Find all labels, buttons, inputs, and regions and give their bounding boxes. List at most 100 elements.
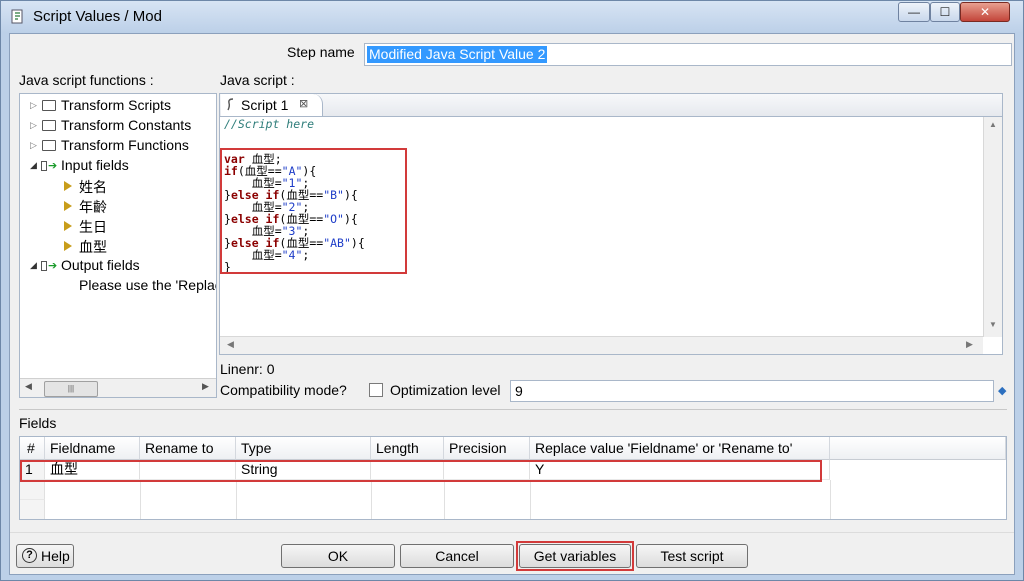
tree-item-transform-scripts[interactable]: ▷ Transform Scripts bbox=[20, 96, 216, 116]
scroll-left-icon[interactable]: ◀ bbox=[25, 381, 32, 392]
tree-item-label: Please use the 'Replace bbox=[79, 277, 216, 293]
editor-vertical-scrollbar[interactable]: ▲ ▼ bbox=[983, 117, 1002, 337]
tree-item-label: Input fields bbox=[61, 157, 129, 173]
tree-item-input-child[interactable]: 年齡 bbox=[20, 196, 216, 216]
field-arrow-icon bbox=[64, 221, 72, 231]
script-tab-bar: Script 1 ⊠ bbox=[220, 94, 1002, 117]
tree-item-label: Transform Scripts bbox=[61, 97, 171, 113]
column-header-type[interactable]: Type bbox=[236, 437, 371, 460]
tree-item-label: 姓名 bbox=[79, 179, 107, 195]
folder-icon bbox=[42, 100, 56, 111]
tree-item-input-child[interactable]: 姓名 bbox=[20, 176, 216, 196]
tab-close-icon[interactable]: ⊠ bbox=[299, 97, 308, 110]
dialog-window: Script Values / Mod — ☐ ✕ Step name Modi… bbox=[0, 0, 1024, 581]
functions-label: Java script functions : bbox=[19, 72, 154, 88]
scroll-thumb[interactable]: ||| bbox=[44, 381, 98, 397]
field-arrow-icon bbox=[64, 201, 72, 211]
column-header-rename[interactable]: Rename to bbox=[140, 437, 236, 460]
minimize-button[interactable]: — bbox=[898, 2, 930, 22]
dialog-body: Step name Modified Java Script Value 2 J… bbox=[9, 33, 1015, 575]
column-header-length[interactable]: Length bbox=[371, 437, 444, 460]
field-input-icon bbox=[41, 161, 47, 171]
separator bbox=[10, 532, 1014, 533]
tree-item-label: Transform Functions bbox=[61, 137, 189, 153]
green-arrow-icon: ➔ bbox=[48, 160, 58, 172]
separator bbox=[19, 409, 1007, 410]
maximize-button[interactable]: ☐ bbox=[930, 2, 960, 22]
help-icon: ? bbox=[22, 548, 37, 563]
row-highlight-box bbox=[20, 460, 822, 482]
compatibility-checkbox[interactable] bbox=[369, 383, 383, 397]
script-icon bbox=[227, 98, 234, 111]
column-header-empty bbox=[830, 437, 1006, 460]
cancel-button[interactable]: Cancel bbox=[400, 544, 514, 568]
empty-row-index bbox=[20, 500, 45, 519]
script-editor[interactable]: Script 1 ⊠ //Script here var 血型; if(血型=="… bbox=[219, 93, 1003, 355]
optimization-label: Optimization level bbox=[390, 382, 501, 398]
expand-arrow-icon[interactable]: ▷ bbox=[30, 100, 37, 111]
column-divider bbox=[530, 480, 531, 519]
scroll-left-icon[interactable]: ◀ bbox=[227, 339, 234, 350]
tree-horizontal-scrollbar[interactable]: ◀ ||| ▶ bbox=[20, 378, 216, 397]
column-divider bbox=[371, 480, 372, 519]
column-header-index[interactable]: # bbox=[20, 437, 45, 460]
scroll-up-icon[interactable]: ▲ bbox=[989, 120, 997, 129]
variable-spin-icon[interactable]: ◆ bbox=[998, 384, 1006, 397]
title-bar[interactable]: Script Values / Mod — ☐ ✕ bbox=[1, 1, 1023, 33]
help-button[interactable]: ? Help bbox=[16, 544, 74, 568]
functions-tree[interactable]: ▷ Transform Scripts ▷ Transform Constant… bbox=[19, 93, 217, 398]
tab-script-1[interactable]: Script 1 ⊠ bbox=[221, 94, 323, 116]
script-file-icon bbox=[11, 9, 23, 24]
scroll-right-icon[interactable]: ▶ bbox=[202, 381, 209, 392]
tree-item-input-fields[interactable]: ◢ ➔ Input fields bbox=[20, 156, 216, 176]
expand-arrow-icon[interactable]: ▷ bbox=[30, 120, 37, 131]
script-comment: //Script here bbox=[224, 117, 315, 131]
expand-arrow-icon[interactable]: ▷ bbox=[30, 140, 37, 151]
collapse-arrow-icon[interactable]: ◢ bbox=[30, 260, 37, 271]
scroll-right-icon[interactable]: ▶ bbox=[966, 339, 973, 350]
tree-item-input-child[interactable]: 血型 bbox=[20, 236, 216, 256]
help-label: Help bbox=[41, 548, 70, 564]
step-name-input[interactable]: Modified Java Script Value 2 bbox=[364, 43, 1012, 66]
column-divider bbox=[140, 480, 141, 519]
column-divider bbox=[444, 480, 445, 519]
fields-table[interactable]: # Fieldname Rename to Type Length Precis… bbox=[19, 436, 1007, 520]
tree-item-label: 年齡 bbox=[79, 199, 107, 215]
collapse-arrow-icon[interactable]: ◢ bbox=[30, 160, 37, 171]
tree-item-label: Output fields bbox=[61, 257, 140, 273]
column-divider bbox=[830, 480, 831, 519]
tree-item-label: Transform Constants bbox=[61, 117, 192, 133]
tree-item-output-fields[interactable]: ◢ ➔ Output fields bbox=[20, 256, 216, 276]
close-button[interactable]: ✕ bbox=[960, 2, 1010, 22]
tree-item-input-child[interactable]: 生日 bbox=[20, 216, 216, 236]
code-highlight-box bbox=[220, 148, 407, 274]
field-output-icon bbox=[41, 261, 47, 271]
folder-icon bbox=[42, 120, 56, 131]
tree-item-transform-constants[interactable]: ▷ Transform Constants bbox=[20, 116, 216, 136]
fields-label: Fields bbox=[19, 415, 57, 431]
tree-item-transform-functions[interactable]: ▷ Transform Functions bbox=[20, 136, 216, 156]
tab-label: Script 1 bbox=[241, 97, 289, 113]
step-name-value: Modified Java Script Value 2 bbox=[367, 46, 548, 63]
step-name-label: Step name bbox=[287, 44, 355, 60]
tree-item-label: 血型 bbox=[79, 239, 107, 255]
column-header-replace[interactable]: Replace value 'Fieldname' or 'Rename to' bbox=[530, 437, 830, 460]
optimization-value: 9 bbox=[515, 383, 523, 399]
column-header-precision[interactable]: Precision bbox=[444, 437, 530, 460]
field-arrow-icon bbox=[64, 241, 72, 251]
line-number-label: Linenr: 0 bbox=[220, 361, 275, 377]
button-highlight-box bbox=[516, 541, 634, 571]
editor-horizontal-scrollbar[interactable]: ◀ ▶ bbox=[220, 336, 983, 354]
ok-button[interactable]: OK bbox=[281, 544, 395, 568]
compatibility-label: Compatibility mode? bbox=[220, 382, 347, 398]
column-divider bbox=[236, 480, 237, 519]
field-arrow-icon bbox=[64, 181, 72, 191]
test-script-button[interactable]: Test script bbox=[636, 544, 748, 568]
green-arrow-icon: ➔ bbox=[48, 260, 58, 272]
optimization-level-input[interactable]: 9 bbox=[510, 380, 994, 402]
column-header-fieldname[interactable]: Fieldname bbox=[45, 437, 140, 460]
empty-row-index bbox=[20, 480, 45, 500]
scroll-down-icon[interactable]: ▼ bbox=[989, 320, 997, 329]
java-script-label: Java script : bbox=[220, 72, 295, 88]
window-title: Script Values / Mod bbox=[33, 8, 162, 25]
